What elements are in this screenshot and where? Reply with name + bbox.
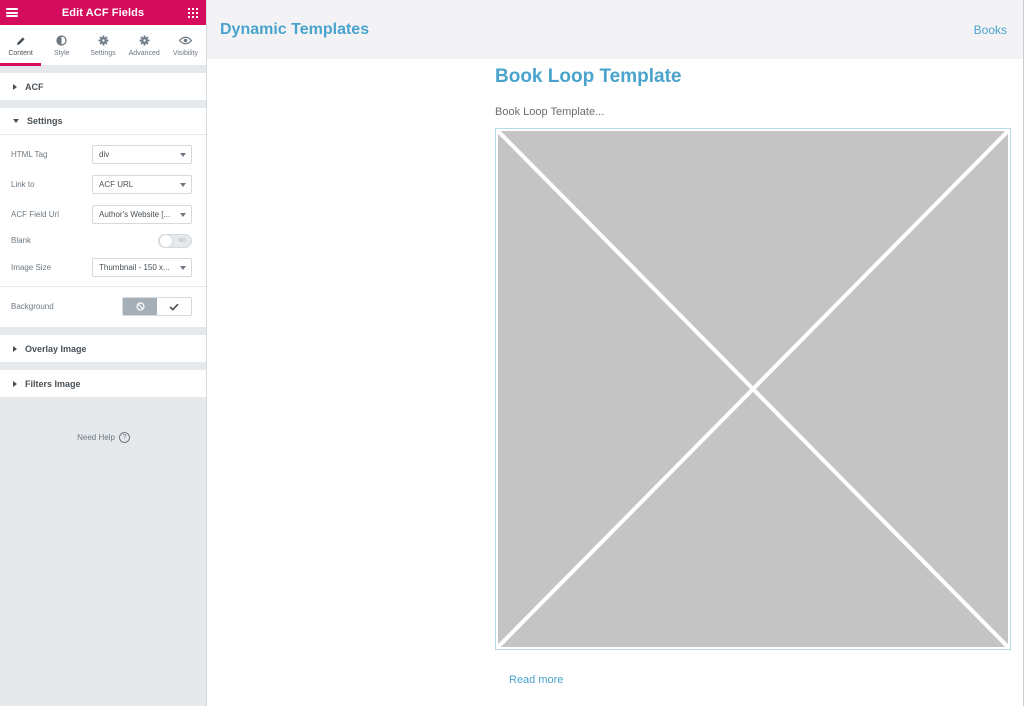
caret-right-icon [13, 83, 17, 90]
placeholder-image-icon [498, 131, 1008, 647]
divider [0, 66, 206, 73]
acf-field-url-label: ACF Field Url [11, 210, 60, 219]
section-settings-header[interactable]: Settings [0, 108, 206, 135]
check-icon [169, 303, 179, 311]
gear-icon [98, 34, 109, 48]
widgets-grid-icon[interactable] [188, 7, 198, 18]
tab-style-label: Style [54, 49, 70, 57]
background-none-choice[interactable] [123, 298, 157, 315]
section-acf[interactable]: ACF [0, 73, 206, 101]
tab-content[interactable]: Content [0, 25, 42, 66]
link-to-value: ACF URL [99, 180, 134, 189]
chevron-down-icon [180, 152, 186, 157]
hamburger-menu-icon[interactable] [6, 8, 18, 17]
image-size-select[interactable]: Thumbnail - 150 x... [92, 258, 192, 277]
eye-icon [178, 34, 192, 48]
tab-visibility[interactable]: Visibility [165, 25, 206, 65]
section-overlay-image[interactable]: Overlay Image [0, 335, 206, 363]
image-size-label: Image Size [11, 263, 52, 272]
tab-visibility-label: Visibility [172, 49, 198, 57]
divider [0, 101, 206, 108]
panel-header: Edit ACF Fields [0, 0, 206, 25]
blank-label: Blank [11, 236, 32, 245]
section-acf-label: ACF [25, 81, 44, 92]
section-overlay-label: Overlay Image [25, 343, 87, 354]
question-icon: ? [118, 432, 130, 443]
chevron-down-icon [180, 182, 186, 187]
section-filters-header[interactable]: Filters Image [0, 370, 206, 397]
acf-field-url-select[interactable]: Author's Website [... [92, 205, 192, 224]
field-blank: Blank NO [0, 233, 206, 248]
section-filters-image[interactable]: Filters Image [0, 370, 206, 398]
divider [0, 328, 206, 335]
html-tag-value: div [99, 150, 110, 159]
section-settings: Settings HTML Tag div Link to ACF URL AC… [0, 108, 206, 328]
need-help-label: Need Help [77, 433, 115, 442]
field-background: Background [0, 297, 206, 316]
chevron-down-icon [180, 265, 186, 270]
caret-right-icon [13, 380, 17, 387]
post-title[interactable]: Book Loop Template [495, 66, 1011, 92]
background-yes-choice[interactable] [157, 298, 191, 315]
tab-settings[interactable]: Settings [82, 25, 123, 65]
section-overlay-header[interactable]: Overlay Image [0, 335, 206, 362]
page-preview: Dynamic Templates Books Book Loop Templa… [207, 0, 1023, 706]
site-title[interactable]: Dynamic Templates [220, 21, 369, 39]
field-html-tag: HTML Tag div [0, 145, 206, 164]
pencil-icon [16, 34, 26, 48]
image-placeholder[interactable] [495, 128, 1011, 650]
need-help-link[interactable]: Need Help ? [0, 432, 207, 443]
blank-toggle-state: NO [178, 237, 187, 244]
toggle-knob [159, 233, 173, 248]
link-to-select[interactable]: ACF URL [92, 175, 192, 194]
gear-icon [139, 34, 150, 48]
html-tag-select[interactable]: div [92, 145, 192, 164]
half-circle-icon [56, 34, 67, 48]
image-size-value: Thumbnail - 150 x... [99, 263, 170, 272]
blank-toggle[interactable]: NO [158, 233, 192, 248]
divider [0, 363, 206, 370]
background-label: Background [11, 302, 54, 311]
site-header: Dynamic Templates Books [207, 0, 1023, 59]
chevron-down-icon [180, 212, 186, 217]
tab-settings-label: Settings [90, 49, 116, 57]
tab-content-label: Content [8, 49, 33, 57]
ban-icon [135, 302, 145, 311]
tab-advanced[interactable]: Advanced [124, 25, 165, 65]
panel-title: Edit ACF Fields [61, 6, 145, 19]
section-filters-label: Filters Image [25, 378, 81, 389]
nav-item-books[interactable]: Books [974, 23, 1007, 37]
post-card: Book Loop Template Book Loop Template...… [495, 66, 1011, 686]
post-excerpt: Book Loop Template... [495, 106, 605, 118]
caret-right-icon [13, 345, 17, 352]
field-acf-field-url: ACF Field Url Author's Website [... [0, 205, 206, 224]
panel-tabs: Content Style Settings Advanced Visibili… [0, 25, 206, 66]
html-tag-label: HTML Tag [11, 150, 48, 159]
read-more-link[interactable]: Read more [509, 674, 1011, 686]
field-image-size: Image Size Thumbnail - 150 x... [0, 258, 206, 277]
editor-panel: Edit ACF Fields Content Style Settings A… [0, 0, 207, 706]
tab-advanced-label: Advanced [128, 49, 160, 57]
tab-style[interactable]: Style [41, 25, 82, 65]
section-settings-label: Settings [27, 116, 63, 126]
field-link-to: Link to ACF URL [0, 175, 206, 194]
link-to-label: Link to [11, 180, 35, 189]
acf-field-url-value: Author's Website [... [99, 210, 171, 219]
background-choices [122, 297, 192, 316]
caret-down-icon [13, 119, 19, 123]
section-acf-header[interactable]: ACF [0, 73, 206, 100]
